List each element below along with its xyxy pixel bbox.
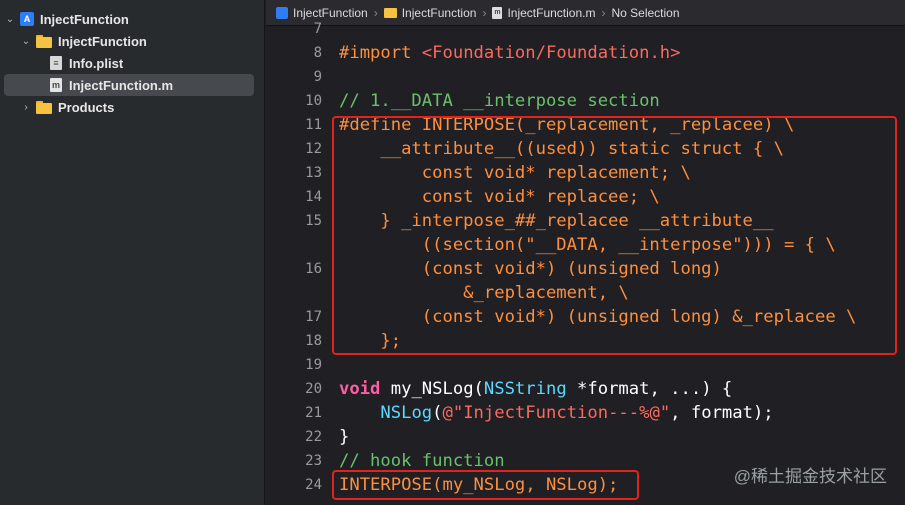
line-number: 8 bbox=[313, 45, 322, 61]
folder-icon bbox=[36, 100, 52, 114]
breadcrumb-group[interactable]: InjectFunction bbox=[383, 6, 476, 20]
chevron-right-icon: › bbox=[482, 5, 487, 20]
code-line-comment: // 1.__DATA __interpose section bbox=[339, 91, 660, 111]
line-number: 15 bbox=[305, 213, 322, 229]
folder-icon bbox=[36, 34, 52, 48]
nav-item-info-plist[interactable]: ≡ Info.plist bbox=[4, 52, 254, 74]
line-number: 20 bbox=[305, 381, 322, 397]
nav-item-label: InjectFunction.m bbox=[69, 77, 173, 93]
source-editor[interactable]: InjectFunction › InjectFunction › m Inje… bbox=[266, 0, 905, 505]
nav-item-group-injectfunction[interactable]: ⌄ InjectFunction bbox=[4, 30, 254, 52]
nav-item-injectfunction-m[interactable]: m InjectFunction.m bbox=[4, 74, 254, 96]
line-number: 7 bbox=[313, 21, 322, 37]
line-number: 11 bbox=[305, 117, 322, 133]
chevron-down-icon[interactable]: ⌄ bbox=[4, 14, 16, 25]
code-line: void my_NSLog(NSString *format, ...) { bbox=[339, 379, 733, 399]
code-line: } bbox=[339, 427, 350, 447]
folder-icon bbox=[383, 7, 397, 18]
highlight-box-interpose-call bbox=[332, 470, 639, 500]
breadcrumb-file[interactable]: m InjectFunction.m bbox=[492, 6, 595, 20]
line-number: 22 bbox=[305, 429, 322, 445]
line-number: 19 bbox=[305, 357, 322, 373]
line-number: 18 bbox=[305, 333, 322, 349]
line-number: 24 bbox=[305, 477, 322, 493]
nav-item-label: Info.plist bbox=[69, 55, 124, 71]
line-number: 14 bbox=[305, 189, 322, 205]
line-number-gutter: 7 8 9 10 11 12 13 14 15 16 17 18 19 20 2… bbox=[266, 21, 322, 505]
chevron-right-icon: › bbox=[373, 5, 378, 20]
code-line: #import <Foundation/Foundation.h> bbox=[339, 43, 681, 63]
chevron-down-icon[interactable]: ⌄ bbox=[20, 36, 32, 47]
line-number: 10 bbox=[305, 93, 322, 109]
chevron-right-icon: › bbox=[601, 5, 606, 20]
xcode-project-icon: A bbox=[20, 12, 34, 26]
watermark: @稀土掘金技术社区 bbox=[733, 467, 887, 486]
breadcrumb-symbol[interactable]: No Selection bbox=[611, 6, 679, 20]
line-number: 13 bbox=[305, 165, 322, 181]
line-number: 16 bbox=[305, 261, 322, 277]
nav-item-project[interactable]: ⌄ A InjectFunction bbox=[4, 8, 254, 30]
chevron-right-icon[interactable]: › bbox=[20, 102, 32, 113]
line-number: 21 bbox=[305, 405, 322, 421]
nav-item-products[interactable]: › Products bbox=[4, 96, 254, 118]
line-number: 12 bbox=[305, 141, 322, 157]
plist-file-icon: ≡ bbox=[50, 56, 62, 70]
nav-item-label: InjectFunction bbox=[40, 11, 129, 27]
code-area[interactable]: #import <Foundation/Foundation.h> // 1._… bbox=[332, 26, 905, 505]
line-number: 23 bbox=[305, 453, 322, 469]
objc-file-icon: m bbox=[492, 6, 503, 19]
line-number: 17 bbox=[305, 309, 322, 325]
nav-item-label: Products bbox=[58, 99, 115, 115]
objc-file-icon: m bbox=[50, 78, 62, 92]
code-line: NSLog(@"InjectFunction---%@", format); bbox=[380, 403, 774, 423]
highlight-box-interpose-macro bbox=[332, 116, 897, 355]
line-number: 9 bbox=[313, 69, 322, 85]
jump-bar: InjectFunction › InjectFunction › m Inje… bbox=[266, 0, 905, 26]
project-navigator: ⌄ A InjectFunction ⌄ InjectFunction ≡ In… bbox=[0, 0, 265, 505]
nav-item-label: InjectFunction bbox=[58, 33, 147, 49]
